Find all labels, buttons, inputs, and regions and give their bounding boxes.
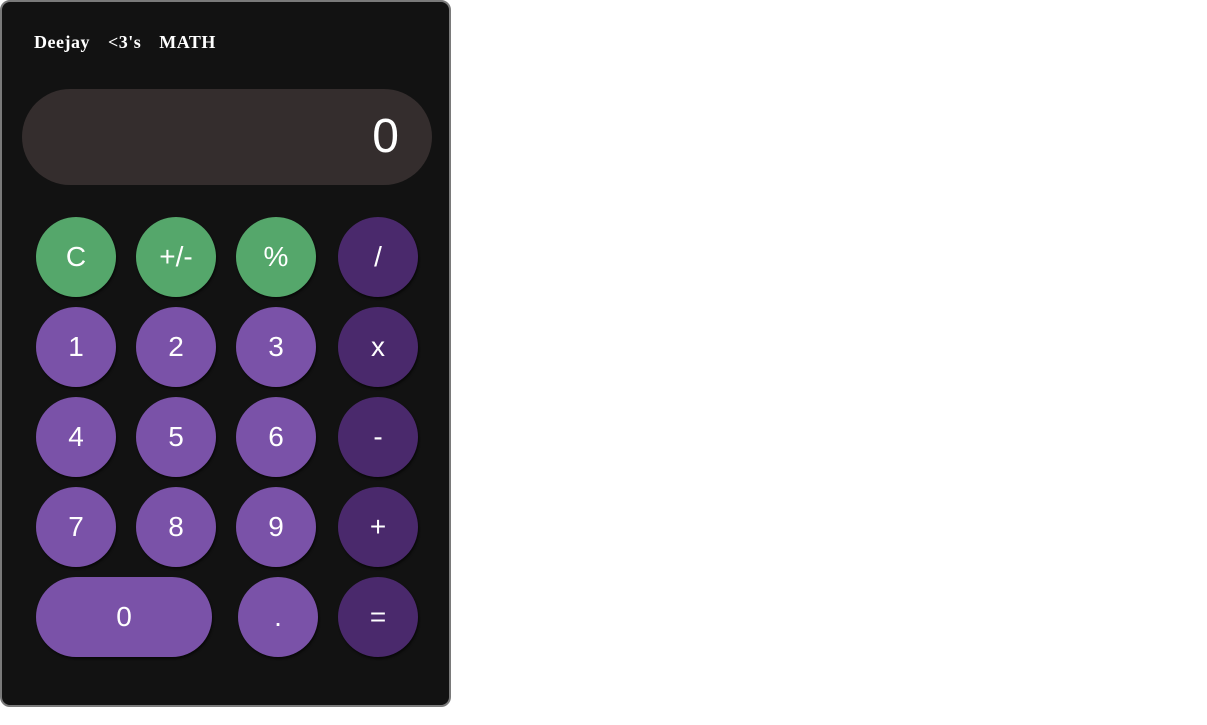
digit-2-button[interactable]: 2 xyxy=(136,307,216,387)
decimal-button[interactable]: . xyxy=(238,577,318,657)
digit-3-button[interactable]: 3 xyxy=(236,307,316,387)
display-value: 0 xyxy=(372,110,399,163)
equals-button[interactable]: = xyxy=(338,577,418,657)
subtract-button[interactable]: - xyxy=(338,397,418,477)
clear-button[interactable]: C xyxy=(36,217,116,297)
digit-1-button[interactable]: 1 xyxy=(36,307,116,387)
digit-0-button[interactable]: 0 xyxy=(36,577,212,657)
digit-4-button[interactable]: 4 xyxy=(36,397,116,477)
digit-8-button[interactable]: 8 xyxy=(136,487,216,567)
app-title: Deejay <3's MATH xyxy=(34,32,216,52)
negate-button[interactable]: +/- xyxy=(136,217,216,297)
digit-6-button[interactable]: 6 xyxy=(236,397,316,477)
calculator-display: 0 xyxy=(22,89,432,185)
digit-5-button[interactable]: 5 xyxy=(136,397,216,477)
calculator: Deejay <3's MATH 0 C +/- % / 1 2 3 x 4 5… xyxy=(0,0,451,707)
digit-7-button[interactable]: 7 xyxy=(36,487,116,567)
multiply-button[interactable]: x xyxy=(338,307,418,387)
add-button[interactable]: + xyxy=(338,487,418,567)
digit-9-button[interactable]: 9 xyxy=(236,487,316,567)
percent-button[interactable]: % xyxy=(236,217,316,297)
divide-button[interactable]: / xyxy=(338,217,418,297)
